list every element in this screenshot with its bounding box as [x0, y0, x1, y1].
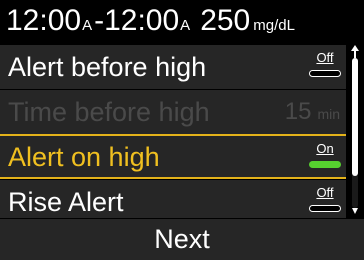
alert-settings-screen: 12:00 A - 12:00 A 250 mg/dL Alert before…: [0, 0, 364, 260]
high-glucose-value: 250: [200, 4, 251, 37]
start-ampm: A: [82, 17, 93, 34]
scrollbar[interactable]: [352, 58, 358, 208]
toggle-state-text: Off: [316, 185, 334, 200]
alert-before-high-toggle[interactable]: Off: [308, 51, 342, 83]
toggle-indicator: [309, 70, 341, 77]
scroll-up-arrow-icon: [351, 45, 359, 58]
end-time: 12:00: [104, 4, 180, 37]
setting-label: Alert before high: [8, 52, 207, 82]
next-button[interactable]: Next: [0, 218, 364, 260]
end-ampm: A: [180, 17, 191, 34]
setting-row-alert-on-high[interactable]: Alert on high On: [0, 134, 346, 179]
setting-row-alert-before-high[interactable]: Alert before high Off: [0, 44, 346, 89]
scrollbar-thumb[interactable]: [352, 58, 358, 176]
toggle-indicator: [309, 205, 341, 212]
rise-alert-toggle[interactable]: Off: [308, 186, 342, 218]
value-unit: min: [317, 106, 340, 122]
setting-row-time-before-high: Time before high 15 min: [0, 89, 346, 134]
setting-label: Rise Alert: [8, 187, 124, 217]
time-before-high-value: 15 min: [285, 98, 340, 126]
scroll-down-arrow-icon: [352, 208, 358, 214]
toggle-state-text: Off: [316, 50, 334, 65]
time-range-header: 12:00 A - 12:00 A 250 mg/dL: [0, 0, 364, 44]
toggle-state-text: On: [316, 141, 334, 156]
setting-label: Time before high: [8, 97, 210, 127]
value-number: 15: [284, 98, 312, 125]
toggle-indicator: [309, 161, 341, 168]
range-separator: -: [94, 4, 105, 37]
glucose-unit: mg/dL: [253, 17, 295, 34]
settings-list: Alert before high Off Time before high 1…: [0, 44, 346, 224]
setting-label: Alert on high: [8, 141, 160, 172]
start-time: 12:00: [6, 4, 82, 37]
alert-on-high-toggle[interactable]: On: [308, 142, 342, 174]
